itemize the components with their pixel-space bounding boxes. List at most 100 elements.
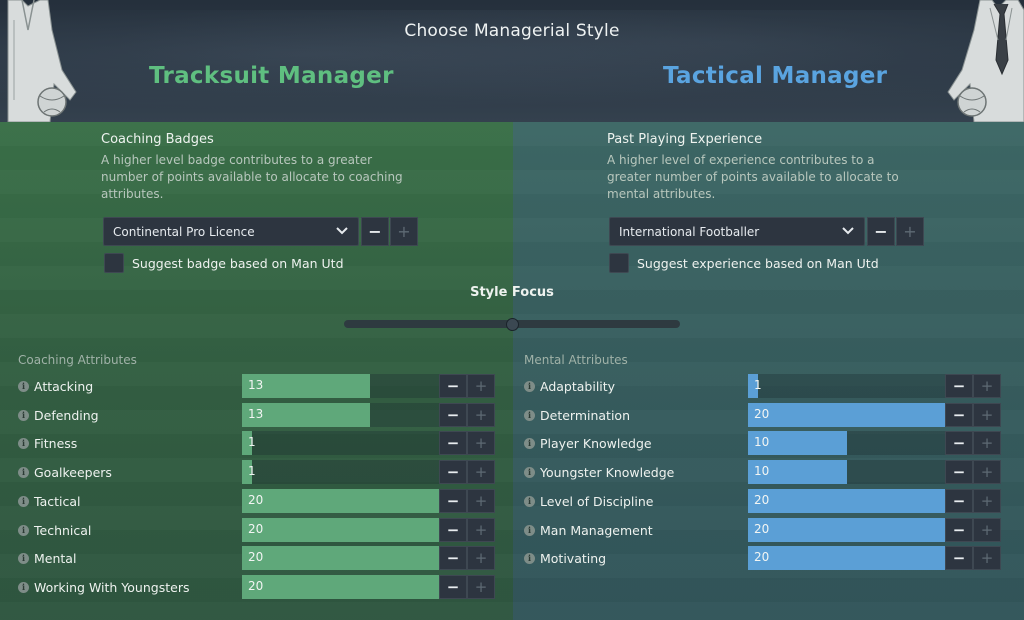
info-icon[interactable]: i: [18, 410, 29, 421]
attribute-decrease-button[interactable]: −: [945, 518, 973, 542]
coaching-badge-increase-button[interactable]: +: [390, 217, 418, 246]
attribute-value: 20: [754, 550, 770, 564]
attribute-name: i Motivating: [524, 551, 606, 566]
info-icon[interactable]: i: [524, 525, 535, 536]
attribute-increase-button[interactable]: +: [467, 546, 495, 570]
attribute-value: 20: [248, 579, 264, 593]
attribute-bar: 20: [748, 403, 945, 427]
coaching-attribute-row: i Goalkeepers 1 − +: [18, 460, 498, 484]
attribute-increase-button[interactable]: +: [973, 546, 1001, 570]
attribute-decrease-button[interactable]: −: [945, 403, 973, 427]
attribute-decrease-button[interactable]: −: [439, 403, 467, 427]
attribute-increase-button[interactable]: +: [467, 489, 495, 513]
tactical-manager-figure-icon: [947, 0, 1024, 122]
mental-attribute-row: i Adaptability 1 − +: [524, 374, 1004, 398]
attribute-bar-fill: [748, 518, 945, 542]
attribute-value: 10: [754, 435, 770, 449]
playing-experience-dropdown[interactable]: International Footballer: [609, 217, 865, 246]
attribute-name: i Determination: [524, 408, 630, 423]
info-icon[interactable]: i: [18, 467, 29, 478]
attribute-bar-fill: [242, 489, 439, 513]
playing-experience-selected: International Footballer: [619, 225, 760, 239]
suggest-badge-checkbox-row[interactable]: Suggest badge based on Man Utd: [104, 253, 344, 273]
coaching-attribute-row: i Working With Youngsters 20 − +: [18, 575, 498, 599]
attribute-decrease-button[interactable]: −: [945, 374, 973, 398]
coaching-badge-dropdown[interactable]: Continental Pro Licence: [103, 217, 359, 246]
attribute-name: i Mental: [18, 551, 76, 566]
attribute-bar-fill: [748, 403, 945, 427]
info-icon[interactable]: i: [524, 438, 535, 449]
attribute-label: Technical: [34, 523, 92, 538]
info-icon[interactable]: i: [524, 553, 535, 564]
info-icon[interactable]: i: [18, 438, 29, 449]
attribute-increase-button[interactable]: +: [973, 518, 1001, 542]
attribute-name: i Technical: [18, 523, 91, 538]
attribute-bar: 20: [242, 575, 439, 599]
attribute-decrease-button[interactable]: −: [439, 489, 467, 513]
attribute-name: i Adaptability: [524, 379, 615, 394]
attribute-increase-button[interactable]: +: [467, 575, 495, 599]
info-icon[interactable]: i: [524, 467, 535, 478]
info-icon[interactable]: i: [18, 582, 29, 593]
coaching-attributes-heading: Coaching Attributes: [18, 353, 137, 367]
attribute-increase-button[interactable]: +: [973, 460, 1001, 484]
tracksuit-manager-figure-icon: [7, 0, 77, 122]
mental-attribute-row: i Determination 20 − +: [524, 403, 1004, 427]
attribute-increase-button[interactable]: +: [467, 403, 495, 427]
info-icon[interactable]: i: [18, 525, 29, 536]
attribute-value: 13: [248, 407, 264, 421]
attribute-decrease-button[interactable]: −: [945, 460, 973, 484]
attribute-decrease-button[interactable]: −: [439, 460, 467, 484]
attribute-decrease-button[interactable]: −: [439, 518, 467, 542]
playing-experience-decrease-button[interactable]: −: [867, 217, 895, 246]
info-icon[interactable]: i: [18, 381, 29, 392]
attribute-decrease-button[interactable]: −: [945, 489, 973, 513]
info-icon[interactable]: i: [524, 381, 535, 392]
attribute-increase-button[interactable]: +: [467, 460, 495, 484]
style-focus-slider-handle[interactable]: [506, 318, 519, 331]
coaching-badge-decrease-button[interactable]: −: [361, 217, 389, 246]
attribute-value: 20: [248, 493, 264, 507]
attribute-bar-fill: [242, 518, 439, 542]
playing-experience-increase-button[interactable]: +: [896, 217, 924, 246]
attribute-increase-button[interactable]: +: [467, 374, 495, 398]
info-icon[interactable]: i: [18, 553, 29, 564]
info-icon[interactable]: i: [18, 496, 29, 507]
attribute-increase-button[interactable]: +: [973, 403, 1001, 427]
suggest-experience-checkbox-row[interactable]: Suggest experience based on Man Utd: [609, 253, 879, 273]
attribute-increase-button[interactable]: +: [973, 489, 1001, 513]
attribute-bar: 1: [748, 374, 945, 398]
attribute-decrease-button[interactable]: −: [945, 546, 973, 570]
attribute-label: Adaptability: [540, 379, 616, 394]
attribute-bar: 10: [748, 460, 945, 484]
attribute-label: Tactical: [34, 494, 81, 509]
attribute-value: 1: [754, 378, 762, 392]
attribute-increase-button[interactable]: +: [973, 431, 1001, 455]
attribute-increase-button[interactable]: +: [467, 518, 495, 542]
attribute-label: Player Knowledge: [540, 436, 652, 451]
attribute-decrease-button[interactable]: −: [439, 431, 467, 455]
tracksuit-manager-title: Tracksuit Manager: [149, 63, 394, 89]
suggest-badge-checkbox[interactable]: [104, 253, 124, 273]
attribute-name: i Tactical: [18, 494, 80, 509]
attribute-bar: 20: [242, 489, 439, 513]
attribute-increase-button[interactable]: +: [467, 431, 495, 455]
attribute-value: 20: [754, 522, 770, 536]
attribute-value: 1: [248, 435, 256, 449]
attribute-decrease-button[interactable]: −: [945, 431, 973, 455]
attribute-name: i Attacking: [18, 379, 93, 394]
attribute-label: Level of Discipline: [540, 494, 654, 509]
mental-attribute-row: i Youngster Knowledge 10 − +: [524, 460, 1004, 484]
attribute-label: Fitness: [34, 436, 78, 451]
attribute-decrease-button[interactable]: −: [439, 546, 467, 570]
attribute-name: i Fitness: [18, 436, 77, 451]
info-icon[interactable]: i: [524, 410, 535, 421]
attribute-decrease-button[interactable]: −: [439, 575, 467, 599]
mental-attribute-row: i Level of Discipline 20 − +: [524, 489, 1004, 513]
attribute-decrease-button[interactable]: −: [439, 374, 467, 398]
attribute-bar-fill: [748, 546, 945, 570]
coaching-badge-selected: Continental Pro Licence: [113, 225, 255, 239]
info-icon[interactable]: i: [524, 496, 535, 507]
attribute-increase-button[interactable]: +: [973, 374, 1001, 398]
suggest-experience-checkbox[interactable]: [609, 253, 629, 273]
